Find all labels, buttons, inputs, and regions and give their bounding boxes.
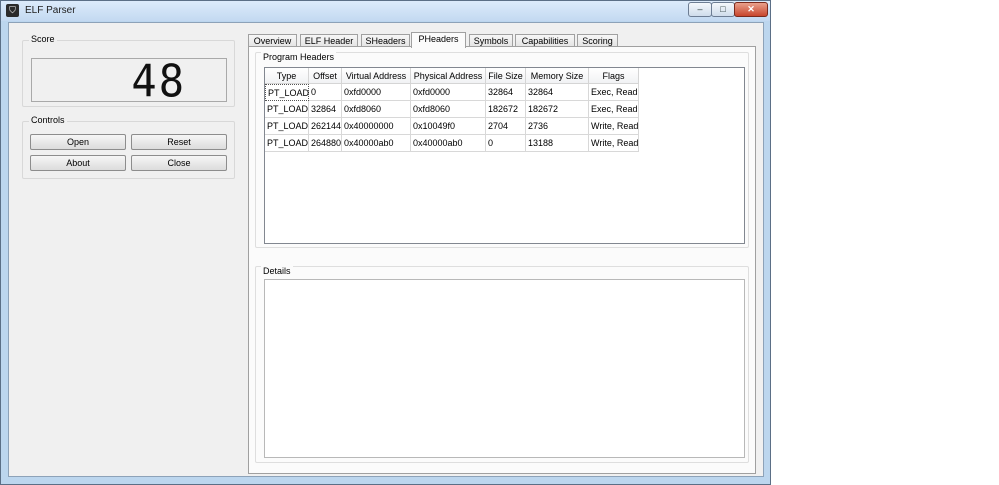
cell-virtual-address: 0x40000000 [342,118,411,135]
app-shield-icon: ⛉ [6,4,19,17]
close-button[interactable]: Close [131,155,227,171]
score-group-label: Score [29,34,57,44]
pheaders-tab-panel: Program Headers Type Offset Virtual Addr… [248,46,756,474]
cell-flags: Write, Read [589,118,639,135]
tab-pheaders[interactable]: PHeaders [411,32,466,48]
column-header-flags[interactable]: Flags [589,68,639,84]
reset-button[interactable]: Reset [131,134,227,150]
column-header-offset[interactable]: Offset [309,68,342,84]
cell-type: PT_LOAD [265,135,309,152]
cell-offset: 0 [309,84,342,101]
cell-type: PT_LOAD [265,118,309,135]
cell-virtual-address: 0xfd8060 [342,101,411,118]
cell-type: PT_LOAD [265,101,309,118]
title-bar[interactable]: ⛉ ELF Parser – □ ✕ [1,1,770,21]
cell-flags: Exec, Read [589,84,639,101]
cell-offset: 32864 [309,101,342,118]
cell-physical-address: 0x10049f0 [411,118,486,135]
cell-physical-address: 0xfd0000 [411,84,486,101]
controls-group-label: Controls [29,115,67,125]
cell-offset: 262144 [309,118,342,135]
cell-file-size: 2704 [486,118,526,135]
cell-virtual-address: 0x40000ab0 [342,135,411,152]
minimize-button[interactable]: – [688,2,712,17]
details-text-area[interactable] [264,279,745,458]
cell-memory-size: 13188 [526,135,589,152]
cell-memory-size: 182672 [526,101,589,118]
program-headers-group: Program Headers Type Offset Virtual Addr… [255,52,749,248]
column-header-type[interactable]: Type [265,68,309,84]
score-lcd-display: 48 [31,56,227,107]
cell-physical-address: 0x40000ab0 [411,135,486,152]
cell-flags: Write, Read [589,135,639,152]
score-value: 48 [131,55,186,108]
details-label: Details [261,266,293,276]
cell-virtual-address: 0xfd0000 [342,84,411,101]
client-area: Score 48 Controls Open Reset About Close… [8,22,764,477]
app-window: ⛉ ELF Parser – □ ✕ Score 48 Controls Ope… [0,0,771,485]
column-header-virtual-address[interactable]: Virtual Address [342,68,411,84]
cell-flags: Exec, Read [589,101,639,118]
close-window-button[interactable]: ✕ [734,2,768,17]
cell-file-size: 0 [486,135,526,152]
window-title: ELF Parser [25,5,76,16]
details-group: Details [255,266,749,463]
cell-physical-address: 0xfd8060 [411,101,486,118]
cell-file-size: 182672 [486,101,526,118]
program-headers-label: Program Headers [261,52,337,62]
score-group: Score 48 [22,34,235,107]
program-headers-table[interactable]: Type Offset Virtual Address Physical Add… [264,67,745,244]
cell-offset: 264880 [309,135,342,152]
open-button[interactable]: Open [30,134,126,150]
column-header-file-size[interactable]: File Size [486,68,526,84]
column-header-memory-size[interactable]: Memory Size [526,68,589,84]
cell-type: PT_LOAD [265,84,309,101]
cell-file-size: 32864 [486,84,526,101]
about-button[interactable]: About [30,155,126,171]
cell-memory-size: 2736 [526,118,589,135]
controls-group: Controls Open Reset About Close [22,115,235,179]
column-header-physical-address[interactable]: Physical Address [411,68,486,84]
maximize-button[interactable]: □ [711,2,735,17]
cell-memory-size: 32864 [526,84,589,101]
